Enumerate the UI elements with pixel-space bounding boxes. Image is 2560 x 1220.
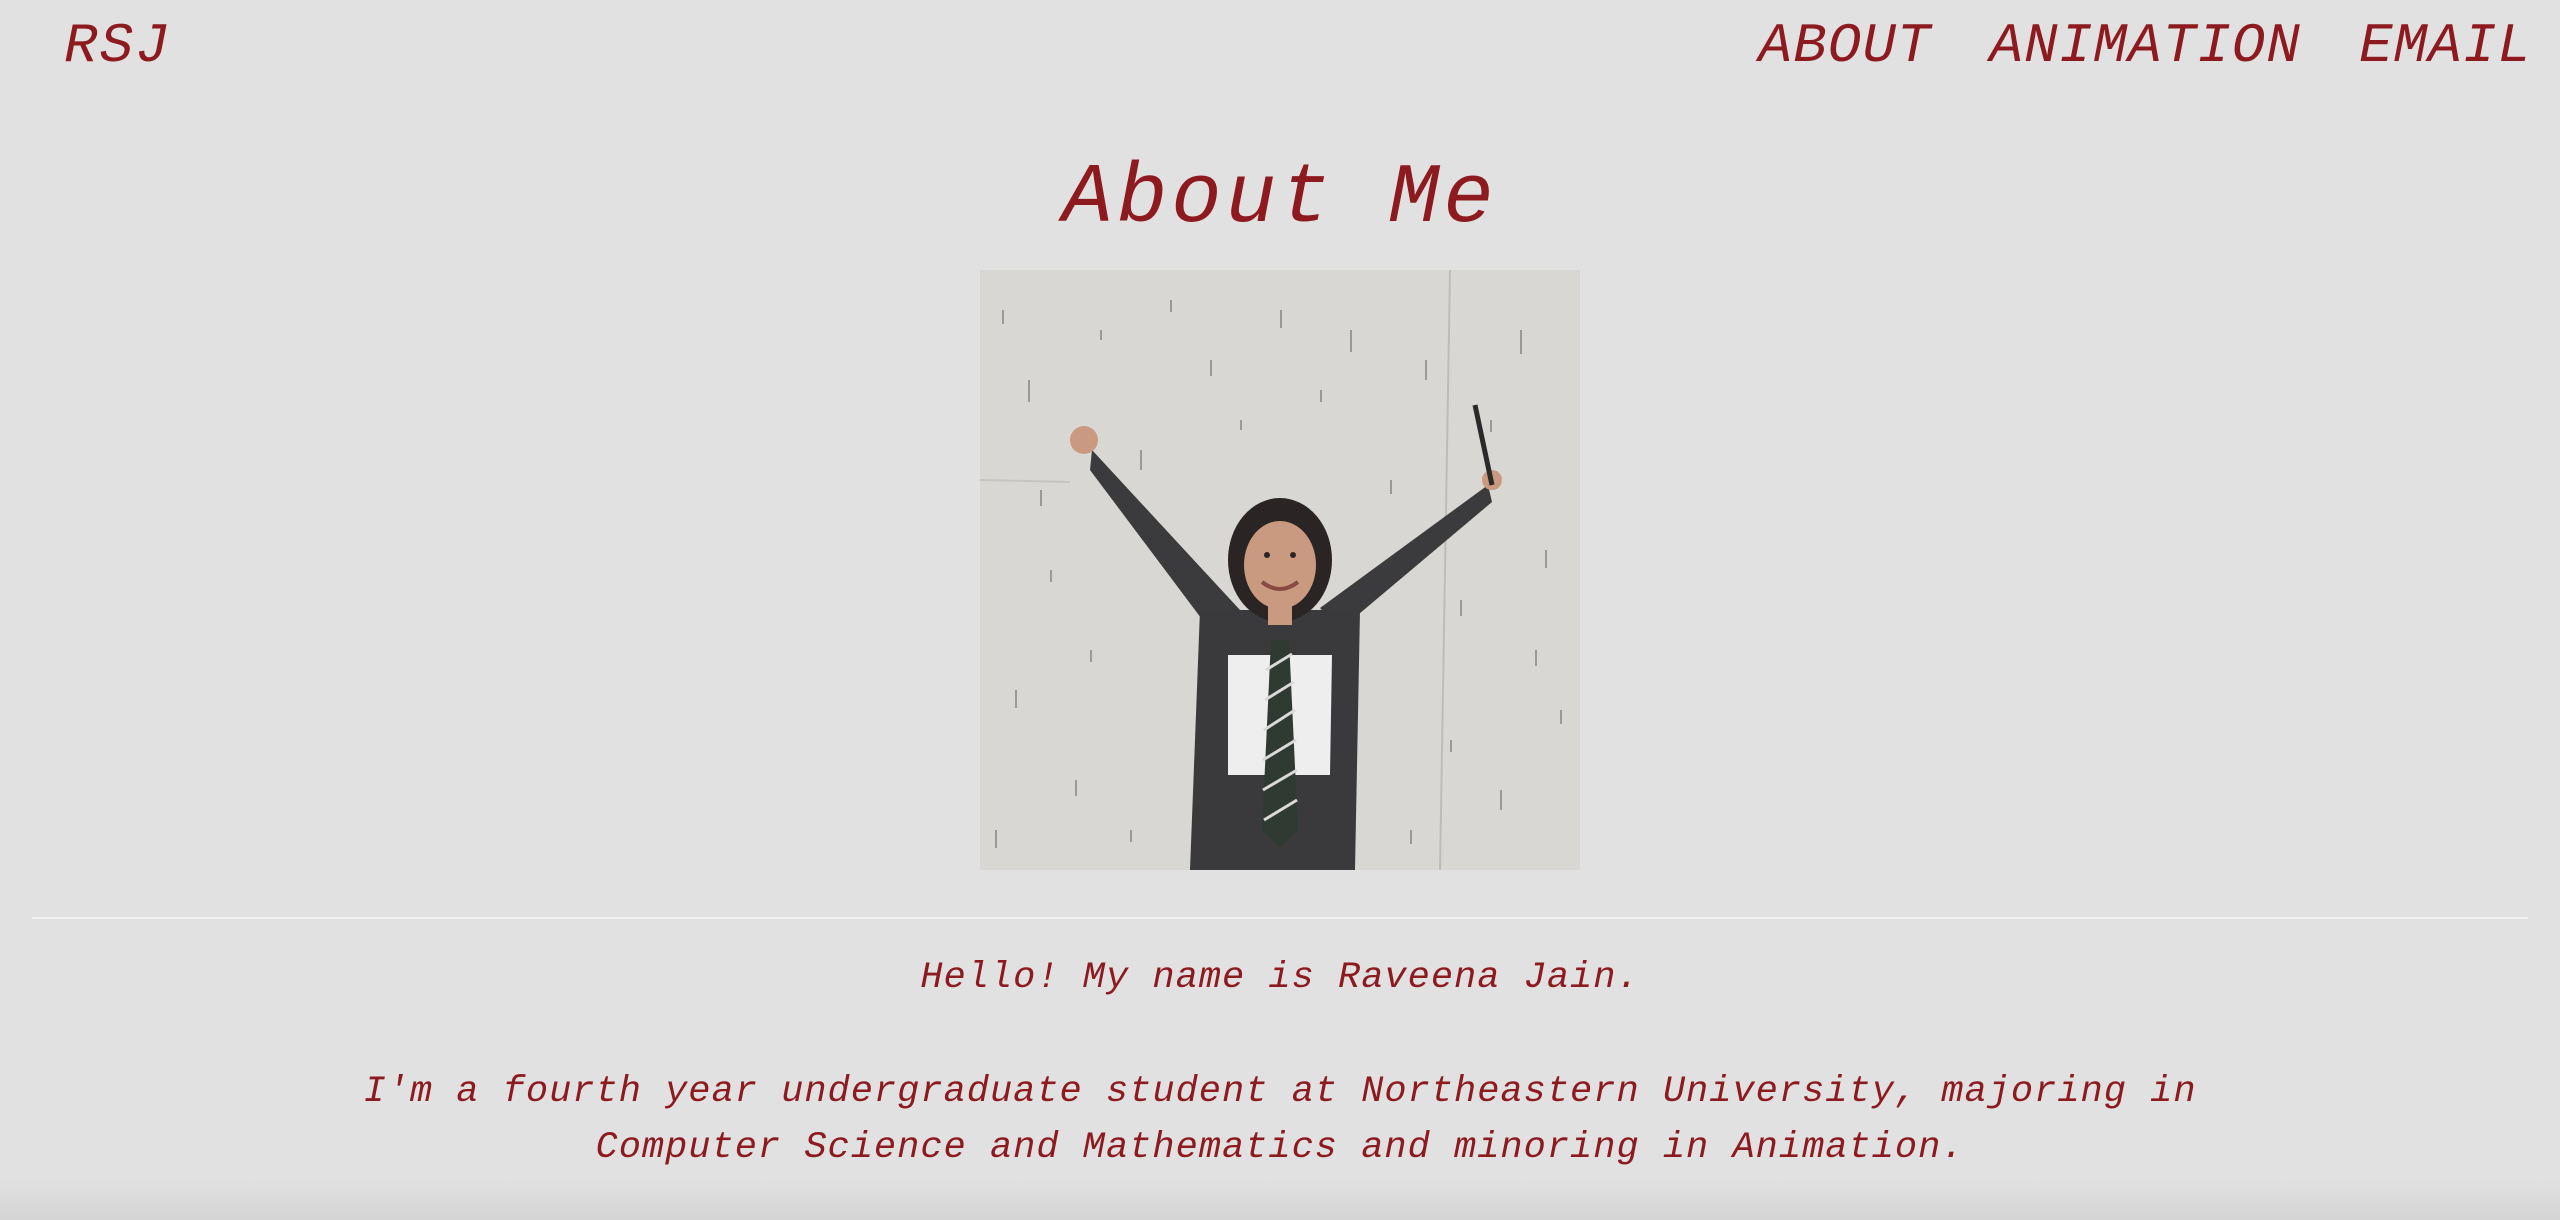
nav-link-email[interactable]: EMAIL (2359, 14, 2532, 78)
bottom-shadow (0, 1180, 2560, 1220)
nav-link-animation[interactable]: ANIMATION (1990, 14, 2301, 78)
main-nav: ABOUT ANIMATION EMAIL (1758, 14, 2532, 78)
profile-photo-illustration (980, 270, 1580, 870)
section-divider (32, 917, 2528, 919)
profile-photo (980, 270, 1580, 870)
page-title: About Me (1062, 152, 1498, 247)
bio-text: I'm a fourth year undergraduate student … (363, 1071, 2197, 1169)
nav-link-about[interactable]: ABOUT (1758, 14, 1931, 78)
site-header: RSJ ABOUT ANIMATION EMAIL (0, 0, 2560, 100)
intro-text: Hello! My name is Raveena Jain. (920, 957, 1640, 999)
brand-logo-link[interactable]: RSJ (64, 14, 171, 78)
